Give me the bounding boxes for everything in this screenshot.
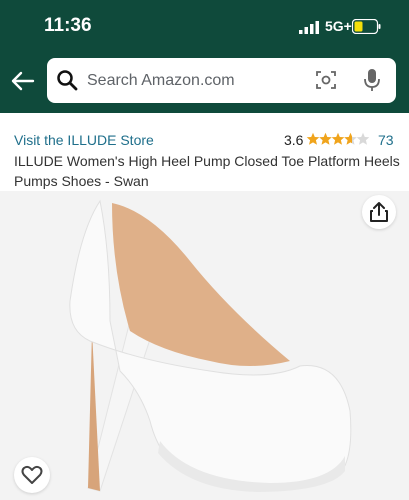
star-empty-icon [356, 132, 370, 145]
share-icon [370, 202, 388, 222]
rating-value: 3.6 [284, 132, 304, 148]
network-type: 5G+ [325, 18, 352, 34]
star-icon [306, 132, 320, 145]
product-title: ILLUDE Women's High Heel Pump Closed Toe… [14, 153, 400, 189]
search-bar[interactable]: Search Amazon.com [47, 58, 396, 103]
battery-icon [352, 19, 381, 34]
heart-icon [21, 465, 43, 484]
star-half-icon [344, 132, 357, 145]
rating-stars[interactable] [306, 132, 370, 146]
favorite-button[interactable] [14, 457, 50, 493]
product-info: Visit the ILLUDE Store 3.6 73 ILLUDE Wom… [0, 113, 409, 191]
review-count[interactable]: 73 [378, 132, 394, 148]
signal-icon [299, 21, 319, 34]
status-bar: 11:36 5G+ [0, 0, 409, 50]
top-bar: 11:36 5G+ Search Amazon.com [0, 0, 409, 113]
microphone-icon[interactable] [363, 68, 381, 92]
share-button[interactable] [362, 195, 396, 229]
star-icon [331, 132, 345, 145]
search-input[interactable]: Search Amazon.com [87, 72, 235, 90]
back-arrow-icon[interactable] [10, 68, 36, 94]
product-image-area[interactable] [0, 191, 409, 500]
camera-scan-icon[interactable] [315, 69, 337, 91]
store-link[interactable]: Visit the ILLUDE Store [14, 132, 154, 148]
star-icon [319, 132, 332, 145]
status-time: 11:36 [44, 15, 92, 36]
search-icon [57, 70, 78, 91]
product-image [69, 199, 352, 492]
